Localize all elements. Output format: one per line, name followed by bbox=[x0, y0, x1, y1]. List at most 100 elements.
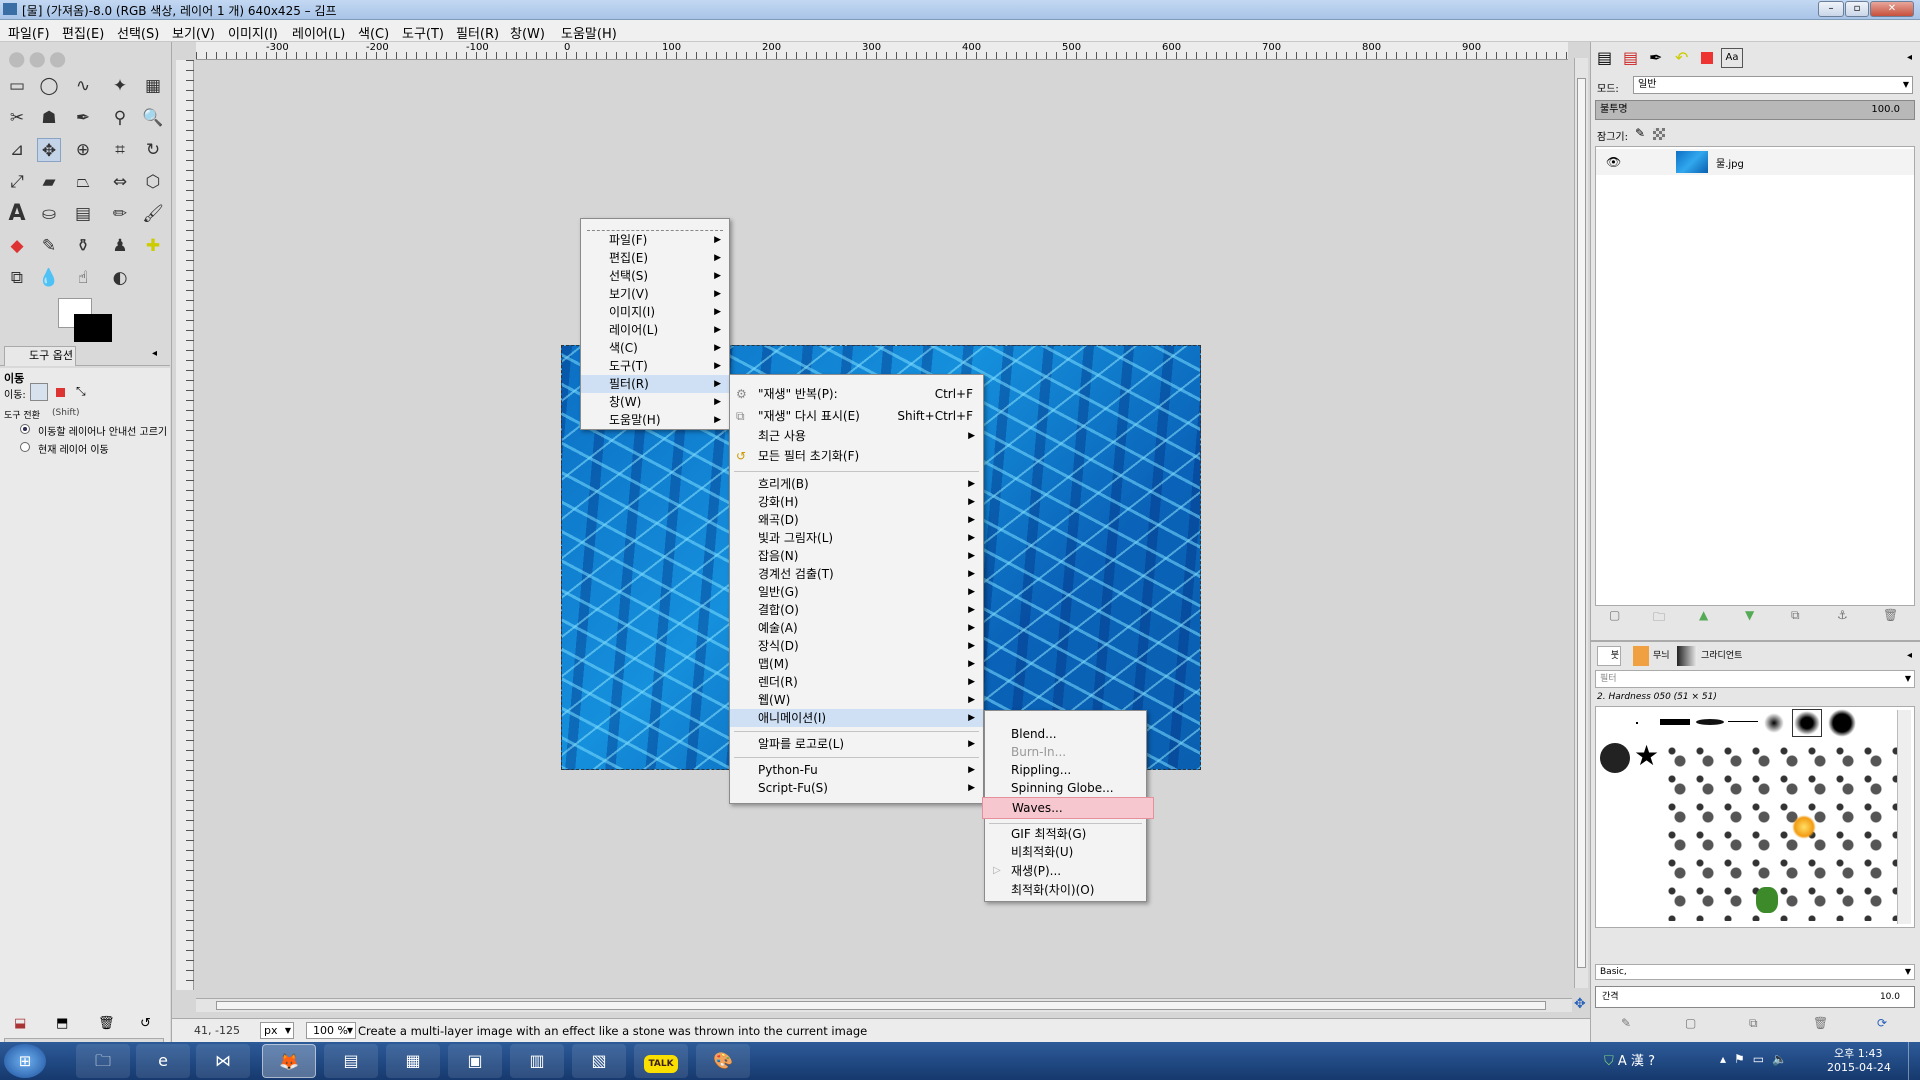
anim-gif-optimize[interactable]: GIF 최적화(G) bbox=[985, 825, 1146, 843]
radio-pick-layer[interactable] bbox=[20, 424, 30, 434]
rotate-icon[interactable]: ↻ bbox=[141, 138, 165, 162]
clone-icon[interactable]: ♟ bbox=[108, 234, 132, 258]
anim-optimize-difference[interactable]: 최적화(차이)(O) bbox=[985, 881, 1146, 899]
shear-icon[interactable]: ▰ bbox=[37, 170, 61, 194]
anim-playback[interactable]: ▷ 재생(P)... bbox=[985, 862, 1146, 880]
unit-select[interactable]: px ▼ bbox=[260, 1022, 294, 1039]
dock-menu-icon[interactable]: ◂ bbox=[152, 348, 157, 359]
minimize-button[interactable]: – bbox=[1818, 1, 1844, 17]
tray-icons[interactable]: ▴⚑▭🔈 bbox=[1720, 1052, 1795, 1066]
lock-alpha-icon[interactable] bbox=[1653, 128, 1665, 140]
scale-icon[interactable]: ⤢ bbox=[5, 170, 29, 194]
menu-tearoff[interactable] bbox=[587, 223, 723, 231]
filter-group[interactable]: 일반(G) ▶ bbox=[730, 583, 983, 601]
move-selection-mode-button[interactable] bbox=[56, 388, 65, 397]
onenote-taskbar-icon[interactable]: ▥ bbox=[510, 1044, 564, 1078]
filter-group[interactable]: 웹(W) ▶ bbox=[730, 691, 983, 709]
duplicate-brush-icon[interactable]: ⧉ bbox=[1749, 1016, 1758, 1031]
ctx-menu-image[interactable]: 이미지(I) ▶ bbox=[581, 303, 729, 321]
menu-file[interactable]: 파일(F) bbox=[8, 23, 50, 42]
kakaotalk-taskbar-icon[interactable]: TALK bbox=[634, 1044, 688, 1078]
ctx-menu-select[interactable]: 선택(S) ▶ bbox=[581, 267, 729, 285]
filter-reset-all[interactable]: ↺ 모든 필터 초기화(F) bbox=[730, 447, 983, 465]
start-button[interactable]: ⊞ bbox=[4, 1044, 46, 1078]
eraser-icon[interactable]: ◆ bbox=[5, 234, 29, 258]
color-select-icon[interactable]: ▦ bbox=[141, 74, 165, 98]
horizontal-scroll-thumb[interactable] bbox=[216, 1001, 1546, 1010]
reset-options-icon[interactable]: ↺ bbox=[140, 1016, 151, 1031]
opacity-slider[interactable]: 불투명 100.0 bbox=[1595, 100, 1915, 120]
move-tool-icon[interactable]: ✥ bbox=[37, 138, 61, 162]
anchor-layer-icon[interactable]: ⚓ bbox=[1837, 608, 1848, 622]
ctx-menu-tools[interactable]: 도구(T) ▶ bbox=[581, 357, 729, 375]
filter-python-fu[interactable]: Python-Fu ▶ bbox=[730, 761, 983, 779]
menu-select[interactable]: 선택(S) bbox=[117, 23, 159, 42]
brush-thumb[interactable] bbox=[1696, 719, 1724, 725]
new-layer-group-icon[interactable]: 🗀 bbox=[1653, 608, 1665, 629]
brush-thumbs-textured[interactable] bbox=[1662, 741, 1912, 921]
tab-layers-icon[interactable]: ▤ bbox=[1597, 48, 1612, 67]
filter-group[interactable]: 잡음(N) ▶ bbox=[730, 547, 983, 565]
raise-layer-icon[interactable]: ▲ bbox=[1699, 608, 1708, 622]
anim-blend[interactable]: Blend... bbox=[985, 725, 1146, 743]
vertical-scroll-thumb[interactable] bbox=[1577, 78, 1586, 968]
tab-paths-icon[interactable]: ✒ bbox=[1649, 48, 1662, 67]
radio-move-active[interactable] bbox=[20, 442, 30, 452]
anim-rippling[interactable]: Rippling... bbox=[985, 761, 1146, 779]
anim-unoptimize[interactable]: 비최적화(U) bbox=[985, 843, 1146, 861]
duplicate-layer-icon[interactable]: ⧉ bbox=[1791, 608, 1800, 623]
foreground-select-icon[interactable]: ☗ bbox=[37, 106, 61, 130]
flip-icon[interactable]: ⇔ bbox=[108, 170, 132, 194]
filter-script-fu[interactable]: Script-Fu(S) ▶ bbox=[730, 779, 983, 797]
menu-layer[interactable]: 레이어(L) bbox=[292, 23, 345, 42]
eye-icon[interactable]: 👁 bbox=[1606, 155, 1621, 169]
maximize-button[interactable]: ▫ bbox=[1845, 1, 1869, 17]
hcell-taskbar-icon[interactable]: ▦ bbox=[386, 1044, 440, 1078]
ctx-menu-file[interactable]: 파일(F) ▶ bbox=[581, 231, 729, 249]
new-brush-icon[interactable]: ▢ bbox=[1685, 1016, 1696, 1030]
ellipse-select-icon[interactable]: ◯ bbox=[37, 74, 61, 98]
crop-icon[interactable]: ⌗ bbox=[108, 138, 132, 162]
fuzzy-select-icon[interactable]: ✦ bbox=[108, 74, 132, 98]
ctx-menu-color[interactable]: 색(C) ▶ bbox=[581, 339, 729, 357]
filter-repeat[interactable]: ⚙ "재생" 반복(P): Ctrl+F bbox=[730, 385, 983, 403]
ctx-menu-edit[interactable]: 편집(E) ▶ bbox=[581, 249, 729, 267]
hshow-taskbar-icon[interactable]: ▣ bbox=[448, 1044, 502, 1078]
filter-group[interactable]: 흐리게(B) ▶ bbox=[730, 475, 983, 493]
menu-color[interactable]: 색(C) bbox=[358, 23, 389, 42]
smudge-icon[interactable]: ☝ bbox=[71, 266, 95, 290]
navigate-icon[interactable]: ✥ bbox=[1574, 996, 1586, 1012]
lasso-icon[interactable]: ∿ bbox=[71, 74, 95, 98]
ie-taskbar-icon[interactable]: e bbox=[136, 1044, 190, 1078]
brush-thumb[interactable] bbox=[1756, 887, 1778, 913]
tab-gradients[interactable]: 그라디언트 bbox=[1677, 646, 1757, 666]
blend-icon[interactable]: ▤ bbox=[71, 202, 95, 226]
filter-group[interactable]: 장식(D) ▶ bbox=[730, 637, 983, 655]
brush-thumb[interactable] bbox=[1636, 722, 1638, 724]
ctx-menu-windows[interactable]: 창(W) ▶ bbox=[581, 393, 729, 411]
brush-thumb[interactable] bbox=[1660, 719, 1690, 725]
visual-studio-taskbar-icon[interactable]: ⋈ bbox=[196, 1044, 250, 1078]
brush-grid-scrollbar[interactable] bbox=[1897, 710, 1911, 924]
rect-select-icon[interactable]: ▭ bbox=[5, 74, 29, 98]
brush-filter-input[interactable]: 필터 ▼ bbox=[1595, 670, 1915, 688]
menu-image[interactable]: 이미지(I) bbox=[228, 23, 278, 42]
brush-thumb[interactable] bbox=[1764, 713, 1784, 733]
horizontal-ruler[interactable]: -300 -200 -100 0 100 200 300 400 500 600… bbox=[196, 42, 1568, 60]
edit-brush-icon[interactable]: ✎ bbox=[1621, 1016, 1631, 1030]
vertical-ruler[interactable] bbox=[176, 60, 194, 990]
gimp-taskbar-icon[interactable]: 🦊 bbox=[262, 1044, 316, 1078]
tab-brushes[interactable]: 붓 bbox=[1597, 646, 1621, 666]
measure-icon[interactable]: ⊿ bbox=[5, 138, 29, 162]
paintbrush-icon[interactable]: 🖌 bbox=[141, 202, 165, 226]
brush-grid[interactable]: ★ bbox=[1595, 706, 1915, 928]
blur-icon[interactable]: 💧 bbox=[37, 266, 61, 290]
tab-colors-icon[interactable] bbox=[1701, 52, 1713, 64]
text-tool-icon[interactable]: A bbox=[5, 202, 29, 226]
heal-icon[interactable]: ✚ bbox=[141, 234, 165, 258]
dock-menu-icon[interactable]: ◂ bbox=[1907, 650, 1912, 661]
filter-alpha-to-logo[interactable]: 알파를 로고로(L) ▶ bbox=[730, 735, 983, 753]
filter-group[interactable]: 경계선 검출(T) ▶ bbox=[730, 565, 983, 583]
restore-options-icon[interactable]: ⬒ bbox=[56, 1016, 68, 1031]
brush-thumb[interactable] bbox=[1792, 815, 1816, 839]
